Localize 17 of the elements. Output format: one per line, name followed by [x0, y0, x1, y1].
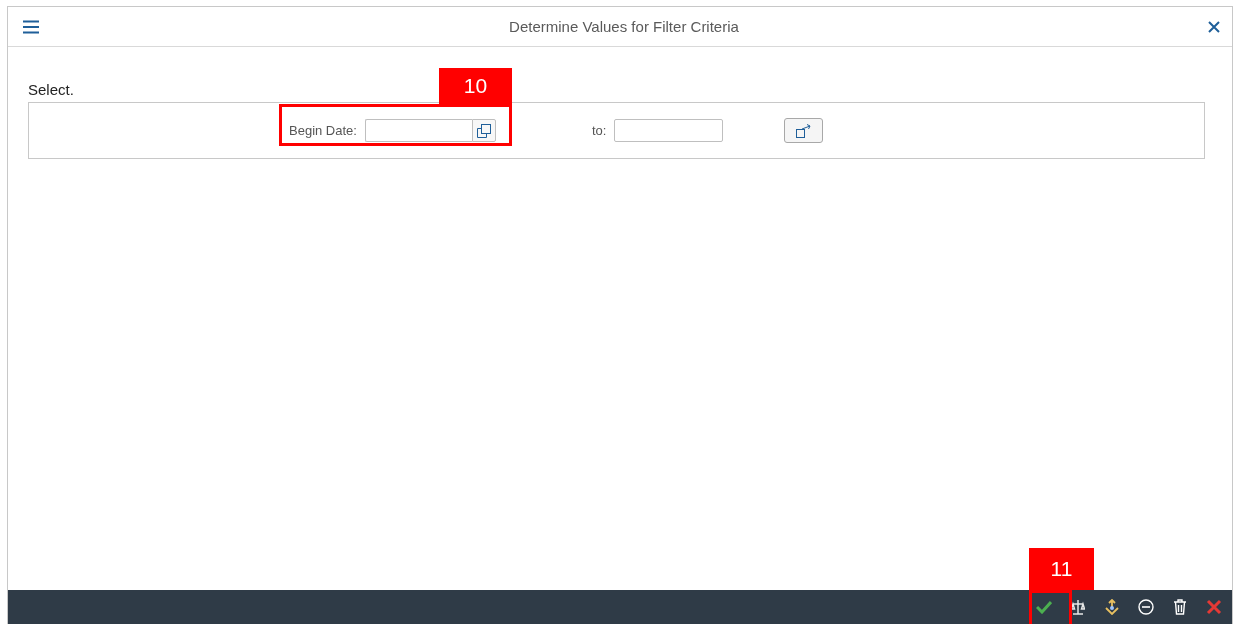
window-title: Determine Values for Filter Criteria	[509, 18, 739, 35]
step-number: 10	[439, 68, 512, 104]
step-number: 11	[1029, 548, 1094, 590]
section-label: Select.	[28, 81, 74, 98]
remove-button[interactable]	[1136, 597, 1156, 617]
menu-button[interactable]	[22, 19, 40, 34]
field-label: to:	[591, 123, 607, 138]
multiple-selection-button[interactable]	[784, 118, 824, 143]
end-date-field[interactable]	[614, 119, 724, 142]
cancel-button[interactable]	[1204, 597, 1224, 617]
close-button[interactable]	[1208, 20, 1220, 33]
field-label: Begin Date:	[289, 123, 357, 138]
copy-icon	[476, 123, 491, 138]
begin-date-field[interactable]	[364, 119, 472, 142]
value-help-button[interactable]	[471, 119, 496, 142]
box-arrow-icon	[795, 123, 812, 138]
arrows-button[interactable]	[1102, 597, 1122, 617]
